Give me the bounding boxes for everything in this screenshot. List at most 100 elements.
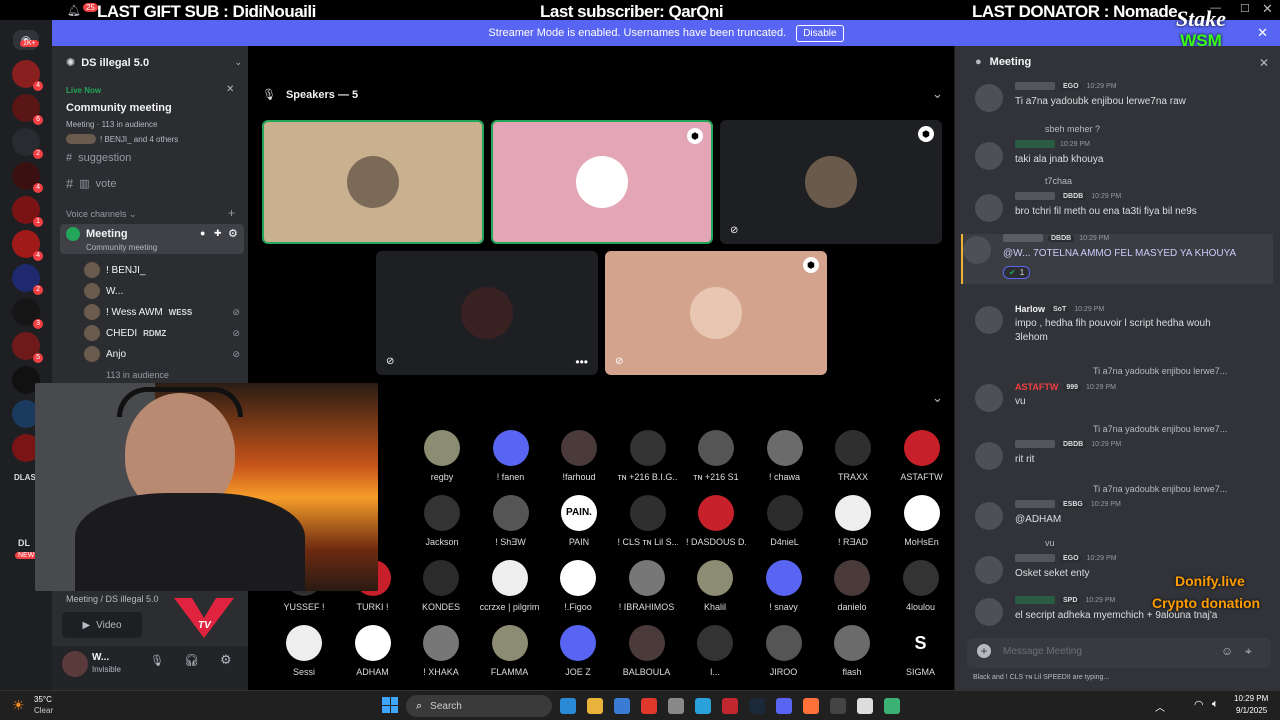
github-icon[interactable] (668, 698, 684, 714)
wifi-icon[interactable]: ◠ (1194, 698, 1204, 711)
clock-time[interactable]: 10:29 PM (1234, 694, 1268, 703)
audience-member[interactable]: 4loulou (891, 560, 951, 612)
avatar[interactable] (62, 651, 88, 677)
add-attachment-icon[interactable]: + (977, 644, 991, 658)
audience-member[interactable]: !farhoud (549, 430, 609, 482)
audience-member[interactable]: ᴛɴ +216 S1 (686, 430, 746, 482)
server-icon-5[interactable]: 4 (12, 230, 43, 261)
close-icon[interactable]: ✕ (1259, 56, 1269, 70)
message-input[interactable]: + Message Meeting ☺ ⌖ (967, 638, 1271, 668)
speaker-icon[interactable]: 🔈︎ (1212, 698, 1219, 711)
avatar[interactable] (963, 236, 991, 264)
chat-message[interactable]: Ti a7na yadoubk enjibou lerwe7... ASTAFTW… (975, 366, 1275, 416)
taskbar-search[interactable]: ⌕ Search (406, 695, 552, 717)
add-member-icon[interactable]: ✚ (214, 228, 222, 239)
audience-member[interactable]: ! CLS ᴛɴ Lil S... (618, 495, 678, 547)
chat-message[interactable]: Ti a7na yadoubk enjibou lerwe7... ESBG 10:… (975, 484, 1275, 534)
audience-member[interactable]: ADHAM (343, 625, 403, 677)
speakers-header[interactable]: 🎙︎ Speakers — 5 (262, 88, 358, 102)
audience-member[interactable]: regby (412, 430, 472, 482)
chevron-down-icon[interactable]: ⌄ (932, 86, 943, 102)
voice-user[interactable]: W... (84, 283, 240, 299)
chat-bubble-icon[interactable]: ● (200, 228, 205, 238)
emoji-icon[interactable]: ☺ (1221, 644, 1233, 658)
chat-message[interactable]: sbeh meher ? 10:29 PM taki ala jnab khouya (975, 124, 1275, 174)
author-name[interactable]: ASTAFTW (1015, 382, 1058, 392)
edge-icon[interactable] (560, 698, 576, 714)
add-channel-icon[interactable]: + (228, 206, 235, 220)
channel-vote[interactable]: # ▥ vote (66, 176, 116, 191)
file-explorer-icon[interactable] (587, 698, 603, 714)
voice-channel-meeting[interactable]: Meeting Community meeting ● ✚ ⚙ (60, 224, 244, 254)
windows-start-icon[interactable] (382, 697, 398, 713)
server-icon-7[interactable]: 3 (12, 298, 43, 329)
server-header[interactable]: ✺ DS illegal 5.0 ⌄ (66, 56, 242, 70)
chat-message[interactable]: t7chaa DBDB 10:29 PM bro tchri fil meth ou … (975, 176, 1275, 226)
audience-member[interactable]: Sessi (274, 625, 334, 677)
audience-member[interactable]: I... (685, 625, 745, 677)
reply-preview[interactable]: vu (1045, 538, 1055, 548)
audience-member[interactable]: ! fanen (481, 430, 541, 482)
speaker-tile[interactable]: ⊘ ••• (376, 251, 598, 375)
audience-member[interactable]: ccrzxe | pilgrim (480, 560, 540, 612)
audience-member[interactable]: ! snavy (754, 560, 814, 612)
store-icon[interactable] (614, 698, 630, 714)
maximize-window-button[interactable]: ☐ (1240, 2, 1250, 15)
audience-member[interactable]: !.Figoo (548, 560, 608, 612)
avatar[interactable] (975, 84, 1003, 112)
voice-user[interactable]: Anjo ⊘ (84, 346, 240, 362)
server-icon-0[interactable]: 4 (12, 60, 43, 91)
reply-preview[interactable]: Ti a7na yadoubk enjibou lerwe7... (1093, 484, 1227, 494)
audience-member[interactable]: ASTAFTW (892, 430, 952, 482)
reply-preview[interactable]: sbeh meher ? (1045, 124, 1100, 134)
voice-channels-header[interactable]: Voice channels ⌄ (66, 209, 137, 220)
live-event-card[interactable]: Live Now ✕ Community meeting Meeting · 1… (60, 82, 242, 152)
disable-streamer-mode-button[interactable]: Disable (796, 24, 844, 42)
server-icon-2[interactable]: 2 (12, 128, 43, 159)
voice-user[interactable]: ! BENJI_ (84, 262, 240, 278)
speaker-tile[interactable]: ⬢ (491, 120, 713, 244)
audience-member[interactable]: PAIN. PAIN (549, 495, 609, 547)
avatar[interactable] (975, 306, 1003, 334)
audience-member[interactable]: ᴛɴ +216 B.I.G... (618, 430, 678, 482)
speaker-tile[interactable]: ⬢ ⊘ (605, 251, 827, 375)
avatar[interactable] (975, 502, 1003, 530)
audience-member[interactable]: KONDES (411, 560, 471, 612)
audience-member[interactable]: flash (822, 625, 882, 677)
author-name[interactable]: Harlow (1015, 304, 1045, 314)
clock-date[interactable]: 9/1/2025 (1236, 706, 1267, 715)
video-button[interactable]: ▶︎ Video (62, 612, 142, 638)
capcut-icon[interactable] (857, 698, 873, 714)
close-window-button[interactable]: ✕ (1262, 1, 1273, 17)
mic-icon[interactable]: 🎙︎ (150, 654, 164, 667)
vpn-icon[interactable] (722, 698, 738, 714)
avatar[interactable] (975, 556, 1003, 584)
firefox-icon[interactable] (803, 698, 819, 714)
audience-member[interactable]: ! chawa (755, 430, 815, 482)
audience-member[interactable]: FLAMMA (480, 625, 540, 677)
audience-member[interactable]: TRAXX (823, 430, 883, 482)
gear-icon[interactable]: ⚙ (228, 227, 238, 240)
more-options-icon[interactable]: ••• (575, 355, 588, 369)
chevron-down-icon[interactable]: ⌄ (932, 390, 943, 406)
voice-user[interactable]: ! Wess AWM WESS ⊘ (84, 304, 240, 320)
speaker-tile[interactable] (262, 120, 484, 244)
channel-suggestion[interactable]: # suggestion (66, 152, 131, 164)
steam-icon[interactable] (749, 698, 765, 714)
audience-member[interactable]: BALBOULA (617, 625, 677, 677)
server-icon-6[interactable]: 2 (12, 264, 43, 295)
avatar[interactable] (975, 442, 1003, 470)
audience-member[interactable]: Khalil (685, 560, 745, 612)
telegram-icon[interactable] (695, 698, 711, 714)
chat-message[interactable]: Ti a7na yadoubk enjibou lerwe7... DBDB 10:… (975, 424, 1275, 474)
app-icon[interactable] (884, 698, 900, 714)
server-icon-3[interactable]: 4 (12, 162, 43, 193)
avatar[interactable] (975, 598, 1003, 626)
discord-icon[interactable] (776, 698, 792, 714)
audience-member[interactable]: danielo (822, 560, 882, 612)
server-icon-1[interactable]: 6 (12, 94, 43, 125)
reply-preview[interactable]: t7chaa (1045, 176, 1072, 186)
audience-member[interactable]: JOE Z (548, 625, 608, 677)
avatar[interactable] (975, 194, 1003, 222)
gamepad-icon[interactable]: ⌖ (1245, 644, 1252, 659)
